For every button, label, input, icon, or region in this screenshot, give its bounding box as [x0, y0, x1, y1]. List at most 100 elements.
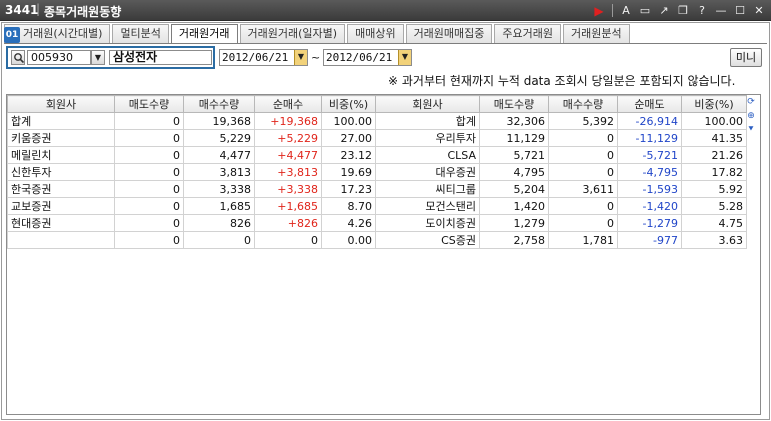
table-row[interactable]: 교보증권 0 1,685 +1,685 8.70 모건스탠리 1,420 0 -1,420 5.2… — [7, 197, 747, 215]
empty-cell — [255, 249, 322, 266]
col-net-sell[interactable]: 순매도 — [617, 95, 682, 113]
empty-cell — [255, 317, 322, 334]
table-row[interactable]: 메릴린치 0 4,477 +4,477 23.12 CLSA 5,721 0 -5,721 21.… — [7, 146, 747, 164]
maximize-icon[interactable]: ☐ — [732, 3, 748, 19]
cell-net-buy: +3,338 — [254, 180, 322, 198]
col-sell-qty-right[interactable]: 매도수량 — [479, 95, 549, 113]
cell-net-buy: +19,368 — [254, 112, 322, 130]
scroll-down-icon[interactable]: ⯆ — [745, 124, 757, 136]
empty-cell — [322, 266, 376, 283]
mini-button[interactable]: 미니 — [730, 48, 762, 67]
tab-top-trades[interactable]: 매매상위 — [347, 24, 404, 43]
empty-cell — [376, 300, 480, 317]
empty-cell — [115, 300, 184, 317]
empty-cell — [549, 249, 618, 266]
minimize-icon[interactable]: — — [713, 3, 729, 19]
tab-multi-analysis[interactable]: 멀티분석 — [112, 24, 169, 43]
export-icon[interactable]: ↗ — [656, 3, 672, 19]
empty-cell — [322, 368, 376, 385]
search-icon — [14, 53, 25, 64]
empty-cell — [376, 368, 480, 385]
cell-buy-member: 한국증권 — [7, 180, 115, 198]
empty-cell — [184, 317, 255, 334]
empty-cell — [322, 300, 376, 317]
search-button[interactable] — [11, 50, 25, 65]
divider — [612, 4, 613, 17]
col-sell-member[interactable]: 회원사 — [375, 95, 480, 113]
col-buy-qty-left[interactable]: 매수수량 — [183, 95, 255, 113]
tab-member-analysis[interactable]: 거래원분석 — [563, 24, 630, 43]
cell-buy-qty: 4,477 — [183, 146, 255, 164]
table-row[interactable]: 신한투자 0 3,813 +3,813 19.69 대우증권 4,795 0 -4,795 17.… — [7, 163, 747, 181]
empty-cell — [480, 266, 549, 283]
col-sell-qty-left[interactable]: 매도수량 — [114, 95, 184, 113]
stock-code-input[interactable]: 005930 — [27, 50, 91, 65]
cell-sell-qty: 2,758 — [479, 231, 549, 249]
cell-buy-qty: 5,392 — [548, 112, 618, 130]
table-row[interactable]: 합계 0 19,368 +19,368 100.00 합계 32,306 5,392 -26,9… — [7, 112, 747, 130]
empty-cell — [115, 334, 184, 351]
cell-buy-qty: 1,685 — [183, 197, 255, 215]
col-ratio-right[interactable]: 비중(%) — [681, 95, 747, 113]
table-row[interactable]: 키움증권 0 5,229 +5,229 27.00 우리투자 11,129 0 -11,129 4… — [7, 129, 747, 147]
close-icon[interactable]: ✕ — [751, 3, 767, 19]
cell-buy-qty: 0 — [548, 129, 618, 147]
cell-ratio: 3.63 — [681, 231, 747, 249]
tab-strip: 거래원(시간대별) 멀티분석 거래원거래 거래원거래(일자별) 매매상위 거래원… — [4, 24, 630, 44]
cell-buy-qty: 0 — [548, 197, 618, 215]
empty-cell — [618, 334, 682, 351]
date-from-dropdown-icon[interactable]: ▼ — [294, 50, 307, 65]
cell-ratio: 100.00 — [321, 112, 376, 130]
empty-cell — [8, 317, 115, 334]
empty-cell — [549, 351, 618, 368]
empty-cell — [618, 317, 682, 334]
cell-net-buy: 0 — [254, 231, 322, 249]
date-to-dropdown-icon[interactable]: ▼ — [398, 50, 411, 65]
empty-cell — [255, 334, 322, 351]
col-buy-qty-right[interactable]: 매수수량 — [548, 95, 618, 113]
cell-buy-member: 교보증권 — [7, 197, 115, 215]
cell-buy-qty: 3,813 — [183, 163, 255, 181]
tab-member-trade[interactable]: 거래원거래 — [170, 24, 238, 44]
cell-sell-qty: 4,795 — [479, 163, 549, 181]
cell-sell-member: 도이치증권 — [375, 214, 480, 232]
empty-cell — [549, 334, 618, 351]
empty-cell — [618, 368, 682, 385]
play-icon[interactable]: ▶ — [591, 3, 607, 19]
cell-ratio: 23.12 — [321, 146, 376, 164]
cell-ratio: 27.00 — [321, 129, 376, 147]
refresh-icon[interactable]: ⟳ — [745, 96, 757, 108]
table-row[interactable]: 한국증권 0 3,338 +3,338 17.23 씨티그룹 5,204 3,611 -1,59… — [7, 180, 747, 198]
restore-icon[interactable]: ❐ — [675, 3, 691, 19]
cell-buy-qty: 0 — [183, 231, 255, 249]
empty-cell — [115, 249, 184, 266]
tab-member-trade-daily[interactable]: 거래원거래(일자별) — [239, 24, 346, 43]
empty-cell — [480, 351, 549, 368]
cell-buy-qty: 3,611 — [548, 180, 618, 198]
chevron-down-icon[interactable]: ▼ — [91, 50, 105, 65]
title-bar-icons: ▶ A ▭ ↗ ❐ ? — ☐ ✕ — [591, 2, 767, 19]
cell-sell-member: 대우증권 — [375, 163, 480, 181]
col-net-buy[interactable]: 순매수 — [254, 95, 322, 113]
font-icon[interactable]: A — [618, 3, 634, 19]
empty-cell — [480, 249, 549, 266]
expand-icon[interactable]: ▭ — [637, 3, 653, 19]
cell-buy-qty: 0 — [548, 214, 618, 232]
tab-major-members[interactable]: 주요거래원 — [494, 24, 562, 43]
stock-name-field: 삼성전자 — [109, 50, 212, 65]
tab-member-concentration[interactable]: 거래원매매집중 — [405, 24, 493, 43]
add-row-icon[interactable]: ⊕ — [745, 110, 757, 122]
cell-sell-qty: 5,204 — [479, 180, 549, 198]
col-buy-member[interactable]: 회원사 — [7, 95, 115, 113]
empty-cell — [184, 368, 255, 385]
col-ratio-left[interactable]: 비중(%) — [321, 95, 376, 113]
empty-cell — [376, 351, 480, 368]
empty-cell — [8, 351, 115, 368]
table-row[interactable]: 현대증권 0 826 +826 4.26 도이치증권 1,279 0 -1,279 4.75 — [7, 214, 747, 232]
cell-sell-qty: 0 — [114, 112, 184, 130]
empty-cell — [682, 334, 747, 351]
empty-cell — [322, 283, 376, 300]
help-icon[interactable]: ? — [694, 3, 710, 19]
table-row[interactable]: 0 0 0 0.00 CS증권 2,758 1,781 -977 3.63 — [7, 231, 747, 249]
cell-buy-member: 합계 — [7, 112, 115, 130]
